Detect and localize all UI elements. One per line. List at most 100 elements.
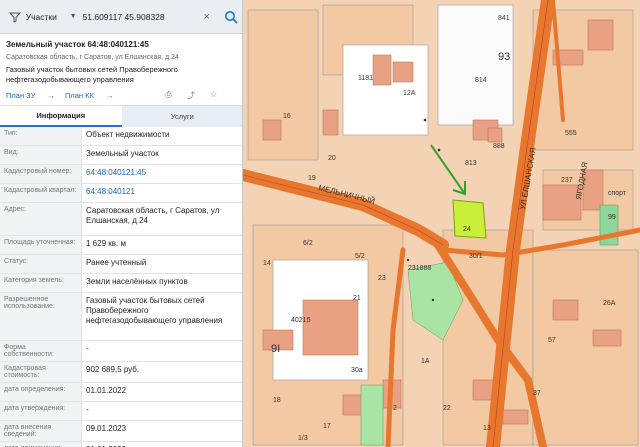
map-label: спорт <box>608 190 627 197</box>
property-value: Объект недвижимости <box>86 130 170 139</box>
property-key: Кадастровая стоимость: <box>0 362 82 382</box>
map-label: 888 <box>493 143 505 150</box>
property-row: Кадастровая стоимость: 902 689,5 руб. <box>0 362 242 383</box>
map-label: 26А <box>603 300 616 307</box>
map-label: 24 <box>463 226 471 233</box>
tabs: Информация Услуги <box>0 105 242 127</box>
search-input[interactable]: 51.609117 45.908328 <box>83 6 200 28</box>
map-label: 21 <box>353 295 361 302</box>
property-value: Ранее учтенный <box>86 258 147 267</box>
map-label: 231888 <box>408 265 431 272</box>
property-key: дата утверждения: <box>0 402 82 420</box>
map-label: 14 <box>263 260 271 267</box>
object-type-select[interactable]: Участки ▼ <box>26 6 81 28</box>
search-button[interactable] <box>220 6 242 28</box>
map-label: 12А <box>403 90 416 97</box>
property-value: Земли населённых пунктов <box>86 277 188 286</box>
chevron-down-icon: ▼ <box>69 13 77 20</box>
property-value[interactable]: 64:48:040121:45 <box>82 165 242 183</box>
property-value: 01.01.2022 <box>86 386 127 395</box>
plan-zu-link[interactable]: План ЗУ → <box>6 91 55 100</box>
property-row: Статус: Ранее учтенный <box>0 255 242 274</box>
property-row: Тип: Объект недвижимости <box>0 127 242 146</box>
property-key: Тип: <box>0 127 82 145</box>
plan-kk-link[interactable]: План КК → <box>65 91 114 100</box>
property-key: Кадастровый номер: <box>0 165 82 183</box>
property-value: 1 629 кв. м <box>86 239 126 248</box>
map-label: 13 <box>483 425 491 432</box>
properties-table: Тип: Объект недвижимости Вид: Земельный уча… <box>0 127 242 447</box>
search-icon <box>225 10 238 24</box>
property-row: Кадастровый квартал: 64:48:040121 <box>0 184 242 203</box>
property-row: Категория земель: Земли населённых пункто… <box>0 274 242 293</box>
property-row: Адрес: Саратовская область, г Саратов, ул… <box>0 203 242 236</box>
property-value: 01.01.2023 <box>82 442 242 447</box>
property-key: дата определения: <box>0 383 82 401</box>
property-row: Вид: Земельный участок <box>0 146 242 165</box>
tab-services[interactable]: Услуги <box>121 106 242 127</box>
property-key: Статус: <box>0 255 82 273</box>
map-label: 16 <box>283 113 291 120</box>
property-value: 09.01.2023 <box>86 424 127 433</box>
property-key: Площадь уточненная: <box>0 236 82 254</box>
filter-icon[interactable] <box>8 10 22 24</box>
map-label: 30а <box>351 367 363 374</box>
map-label: 841 <box>498 15 510 22</box>
card-links: План ЗУ → План КК → ⎙ ⤴ ☆ <box>6 89 237 101</box>
tab-info[interactable]: Информация <box>0 106 122 127</box>
property-row: дата применения:01.01.2023 <box>0 442 242 447</box>
map-label: 57 <box>548 337 556 344</box>
property-row: дата утверждения: - <box>0 402 242 421</box>
property-value[interactable]: 64:48:040121 <box>82 184 242 202</box>
card-actions: ⎙ ⤴ ☆ <box>165 90 227 101</box>
property-value: - <box>86 405 89 414</box>
card-title: Земельный участок 64:48:040121:45 <box>6 40 149 49</box>
property-key: Вид: <box>0 146 82 164</box>
search-bar: Участки ▼ 51.609117 45.908328 × <box>0 0 242 34</box>
map-label: 813 <box>465 160 477 167</box>
map-label: 555 <box>565 130 577 137</box>
property-value: Саратовская область, г Саратов, ул Елшан… <box>86 206 220 225</box>
map-label: 19 <box>308 175 316 182</box>
app: Участки ▼ 51.609117 45.908328 × Земельны… <box>0 0 640 447</box>
map-label: 1/3 <box>298 435 308 442</box>
property-value: 902 689,5 руб. <box>86 365 140 374</box>
map-label: 2 <box>393 405 397 412</box>
share-icon[interactable]: ⤴ <box>187 90 195 101</box>
map-label: 814 <box>475 77 487 84</box>
map-label: 17 <box>323 423 331 430</box>
map-label: 30/1 <box>469 253 483 260</box>
property-key: Категория земель: <box>0 274 82 292</box>
map-label: 1181 <box>358 75 373 82</box>
property-key: Разрешенное использование: <box>0 293 82 340</box>
property-key: Адрес: <box>0 203 82 235</box>
map-canvas[interactable]: УЛ ЕЛШАНСКАЯ ЯГОДНАЯМЕЛЬНИЧНЫЙ 9384181411… <box>243 0 640 447</box>
map-label: 93 <box>498 51 510 63</box>
property-value: Газовый участок бытовых сетей Правобереж… <box>86 296 223 325</box>
property-key: дата применения: <box>0 442 82 447</box>
print-icon[interactable]: ⎙ <box>165 90 171 101</box>
map-label: 9I <box>271 343 280 355</box>
clear-icon[interactable]: × <box>200 6 214 28</box>
map-label: 237 <box>561 177 573 184</box>
card-owner: Газовый участок бытовых сетей Правобереж… <box>6 65 178 84</box>
property-row: дата внесения сведений: 09.01.2023 <box>0 421 242 442</box>
property-key: Форма собственности: <box>0 341 82 361</box>
map-label: 40215 <box>291 317 311 324</box>
map-label: 37 <box>533 390 541 397</box>
object-type-value: Участки <box>25 11 57 22</box>
star-icon[interactable]: ☆ <box>210 90 217 101</box>
property-key: дата внесения сведений: <box>0 421 82 441</box>
map-label: 99 <box>608 214 616 221</box>
map-label: 18 <box>273 397 281 404</box>
map-label: 1А <box>421 358 430 365</box>
map-view[interactable]: УЛ ЕЛШАНСКАЯ ЯГОДНАЯ МЕЛЬНИЧНЫЙ 93 841 814 11… <box>243 0 640 447</box>
card-header: Земельный участок 64:48:040121:45 Сарато… <box>0 34 242 101</box>
card-address: Саратовская область, г Саратов, ул Елшан… <box>6 54 179 61</box>
map-label: 6/2 <box>303 240 313 247</box>
plan-zu-label: План ЗУ <box>6 90 36 100</box>
map-label: 23 <box>378 275 386 282</box>
plan-kk-label: План КК <box>64 90 94 100</box>
property-row: Кадастровый номер: 64:48:040121:45 <box>0 165 242 184</box>
property-value: Земельный участок <box>86 149 159 158</box>
